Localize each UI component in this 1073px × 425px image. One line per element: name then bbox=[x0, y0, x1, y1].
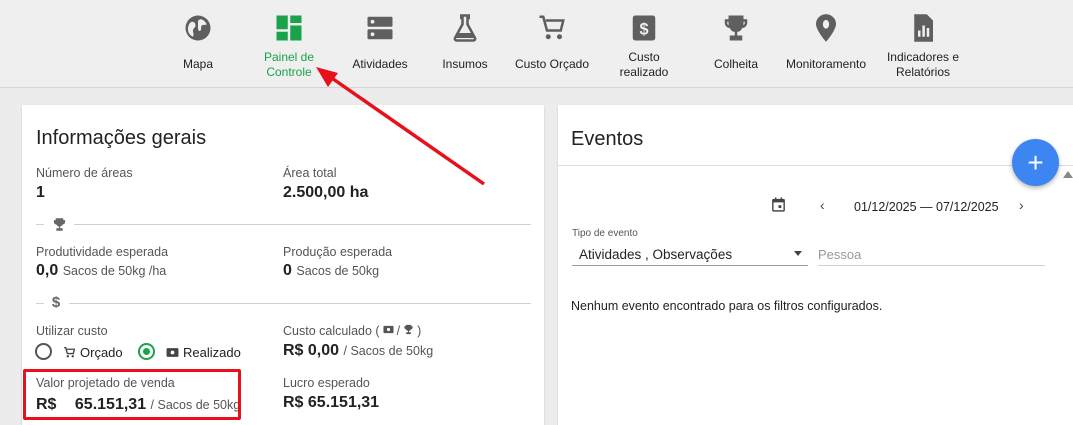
annotation-arrow-line bbox=[325, 72, 485, 186]
annotation-arrow-head bbox=[316, 67, 338, 87]
annotation-arrow bbox=[316, 67, 485, 186]
